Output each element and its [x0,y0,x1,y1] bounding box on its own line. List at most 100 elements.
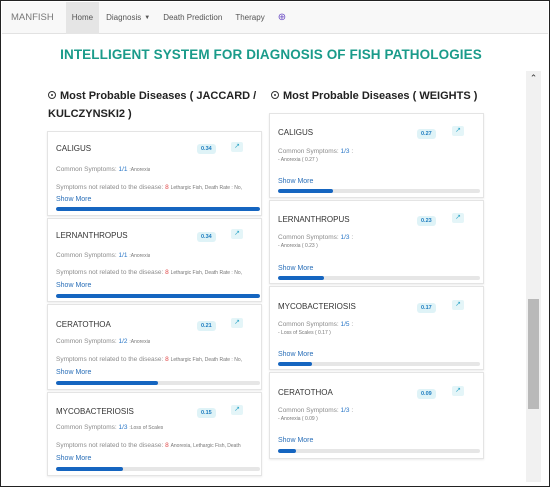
common-detail: :Anorexia [129,167,151,173]
radio-circle-icon [271,91,279,99]
progress-bar [278,189,480,193]
unrelated-label: Symptoms not related to the disease: [56,356,164,363]
score-badge: 0.27 [417,129,436,139]
left-column-heading: Most Probable Diseases ( JACCARD / KULCZ… [48,87,256,123]
symptom-detail: - Anorexia ( 0.09 ) [278,416,318,422]
show-more-link[interactable]: Show More [278,351,313,358]
unrelated-detail: Lethargic Fish, Death Rate : No, [170,270,242,276]
weight-card-mycobacteriosis: MYCOBACTERIOSIS 0.17 ↗ Common Symptoms: … [269,286,484,370]
nav-home-label: Home [71,13,94,22]
progress-fill [278,189,333,193]
disease-name: MYCOBACTERIOSIS [278,302,356,311]
common-symptoms-row: Common Symptoms: 1/5 : [278,321,353,328]
nav-death-prediction[interactable]: Death Prediction [157,2,228,34]
unrelated-count: 8 [165,356,169,363]
show-more-link[interactable]: Show More [278,265,313,272]
show-more-link[interactable]: Show More [56,369,91,376]
nav-therapy[interactable]: Therapy [229,2,270,34]
radio-circle-icon [48,91,56,99]
common-detail: :Anorexia [129,339,151,345]
common-count: 1/1 [118,252,128,259]
common-label: Common Symptoms: [278,148,339,155]
external-link-icon[interactable]: ↗ [452,213,464,223]
external-link-icon[interactable]: ↗ [452,126,464,136]
common-suffix: : [351,148,354,155]
common-label: Common Symptoms: [56,252,117,259]
symptom-detail: - Loss of Scales ( 0.17 ) [278,330,331,336]
common-symptoms-row: Common Symptoms: 1/1 :Anorexia [56,166,150,173]
external-link-icon[interactable]: ↗ [452,386,464,396]
page-title: INTELLIGENT SYSTEM FOR DIAGNOSIS OF FISH… [60,47,482,62]
unrelated-count: 8 [165,442,169,449]
score-badge: 0.23 [417,216,436,226]
common-label: Common Symptoms: [278,407,339,414]
left-heading-line1: Most Probable Diseases ( JACCARD / [60,90,257,102]
scrollbar-thumb[interactable] [528,299,539,409]
language-button[interactable]: ⊕ [272,2,292,34]
nav-therapy-label: Therapy [235,13,265,22]
common-label: Common Symptoms: [278,321,339,328]
unrelated-symptoms-row: Symptoms not related to the disease: 8 L… [56,269,261,276]
external-link-icon[interactable]: ↗ [231,318,243,328]
show-more-link[interactable]: Show More [278,437,313,444]
external-link-icon[interactable]: ↗ [231,142,243,152]
progress-fill [278,276,325,280]
disease-name: MYCOBACTERIOSIS [56,407,134,416]
chevron-up-icon[interactable]: ⌃ [526,73,541,85]
show-more-link[interactable]: Show More [278,178,313,185]
disease-card-lernanthropus: LERNANTHROPUS 0.34 ↗ Common Symptoms: 1/… [47,218,262,302]
common-symptoms-row: Common Symptoms: 1/1 :Anorexia [56,252,150,259]
score-badge: 0.34 [197,144,216,154]
nav-home[interactable]: Home [65,1,100,34]
disease-name: LERNANTHROPUS [278,215,350,224]
app-window: MANFISH Home Diagnosis ▼ Death Prediction… [0,0,550,487]
caret-down-icon: ▼ [144,14,151,21]
brand-logo[interactable]: MANFISH [2,12,66,23]
progress-fill [56,294,260,298]
external-link-icon[interactable]: ↗ [231,229,243,239]
score-badge: 0.15 [197,408,216,418]
unrelated-symptoms-row: Symptoms not related to the disease: 8 A… [56,442,261,449]
common-count: 1/1 [118,166,128,173]
progress-fill [56,381,158,385]
weight-card-lernanthropus: LERNANTHROPUS 0.23 ↗ Common Symptoms: 1/… [269,200,484,284]
unrelated-count: 8 [165,184,169,191]
nav-diagnosis[interactable]: Diagnosis ▼ [100,2,156,34]
disease-name: CERATOTHOA [56,320,111,329]
common-count: 1/5 [340,321,350,328]
show-more-link[interactable]: Show More [56,196,91,203]
progress-fill [56,467,124,471]
common-label: Common Symptoms: [56,424,117,431]
top-navbar: MANFISH Home Diagnosis ▼ Death Prediction… [2,1,548,34]
common-symptoms-row: Common Symptoms: 1/3 : [278,407,353,414]
symptom-detail: - Anorexia ( 0.23 ) [278,243,318,249]
score-badge: 0.34 [197,232,216,242]
disease-card-mycobacteriosis: MYCOBACTERIOSIS 0.15 ↗ Common Symptoms: … [47,392,262,476]
disease-name: LERNANTHROPUS [56,231,128,240]
common-count: 1/3 [340,407,350,414]
progress-bar [278,276,480,280]
progress-bar [278,449,480,453]
show-more-link[interactable]: Show More [56,455,91,462]
unrelated-symptoms-row: Symptoms not related to the disease: 8 L… [56,184,261,191]
show-more-link[interactable]: Show More [56,282,91,289]
nav-death-prediction-label: Death Prediction [163,13,223,22]
common-suffix: : [351,407,354,414]
common-count: 1/2 [118,338,128,345]
common-count: 1/3 [118,424,128,431]
left-heading-line2: KULCZYNSKI2 ) [48,108,132,120]
external-link-icon[interactable]: ↗ [452,300,464,310]
external-link-icon[interactable]: ↗ [231,405,243,415]
progress-bar [56,207,260,211]
right-heading: Most Probable Diseases ( WEIGHTS ) [283,90,478,102]
progress-fill [56,207,260,211]
common-symptoms-row: Common Symptoms: 1/3 :Loss of Scales [56,424,163,431]
globe-icon: ⊕ [277,12,287,23]
unrelated-count: 8 [165,269,169,276]
vertical-scrollbar[interactable]: ⌃ [526,71,541,482]
score-badge: 0.17 [417,303,436,313]
unrelated-symptoms-row: Symptoms not related to the disease: 8 L… [56,356,261,363]
unrelated-detail: Anorexia, Lethargic Fish, Death [170,443,241,449]
common-count: 1/3 [340,234,350,241]
weight-card-caligus: CALIGUS 0.27 ↗ Common Symptoms: 1/3 : - … [269,113,484,198]
